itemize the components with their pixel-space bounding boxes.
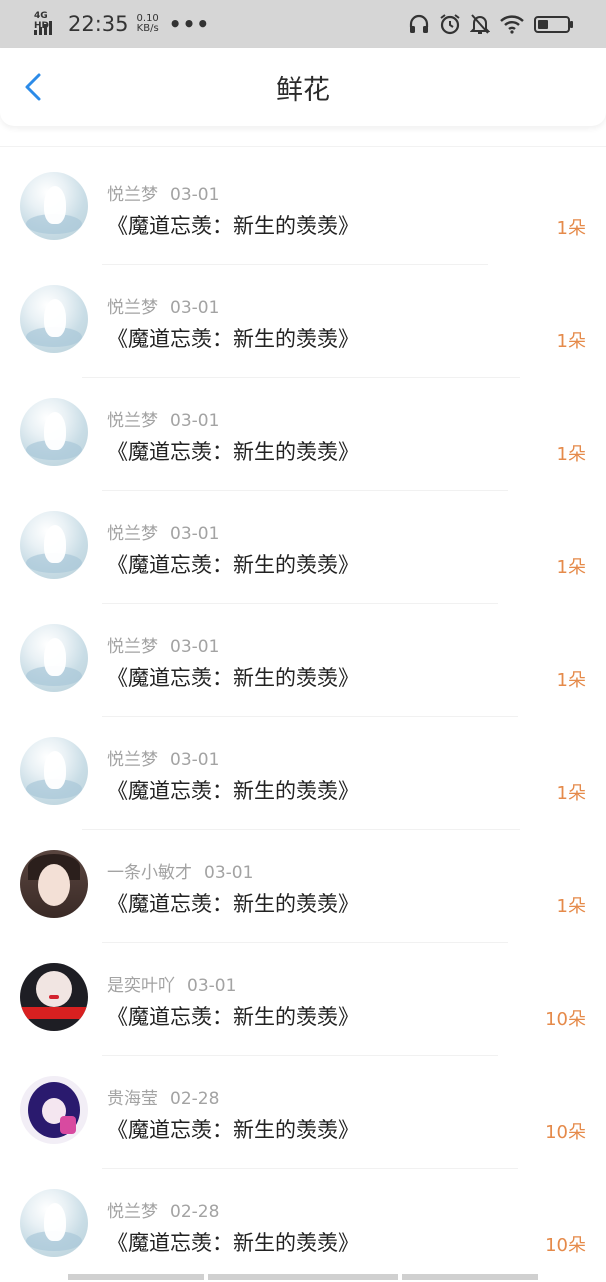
flower-count: 1朵	[556, 331, 586, 352]
signal-icon	[34, 21, 52, 35]
flower-count: 1朵	[556, 896, 586, 917]
flower-count: 1朵	[556, 444, 586, 465]
mute-icon	[470, 14, 490, 34]
status-bar-right	[408, 10, 573, 38]
flower-count: 1朵	[556, 670, 586, 691]
flower-count: 10朵	[545, 1122, 586, 1143]
book-title: 《魔道忘羡：新生的羡羡》	[107, 1005, 359, 1029]
item-date: 03-01	[170, 524, 220, 544]
item-date: 03-01	[170, 411, 220, 431]
list-item[interactable]: 贵海莹 02-28 《魔道忘羡：新生的羡羡》 10朵	[0, 1056, 606, 1169]
bottom-scroll-indicator	[0, 1274, 606, 1280]
avatar[interactable]	[20, 850, 88, 918]
avatar[interactable]	[20, 172, 88, 240]
avatar[interactable]	[20, 398, 88, 466]
avatar[interactable]	[20, 285, 88, 353]
network-indicator: 4G HD	[34, 11, 62, 37]
page-title: 鲜花	[276, 74, 330, 106]
alarm-icon	[440, 14, 460, 35]
battery-icon	[534, 15, 573, 33]
item-date: 02-28	[170, 1202, 220, 1222]
user-name: 一条小敏才	[107, 863, 192, 883]
list-item[interactable]: 悦兰梦 03-01 《魔道忘羡：新生的羡羡》 1朵	[0, 604, 606, 717]
flower-count: 10朵	[545, 1235, 586, 1256]
user-name: 悦兰梦	[107, 1202, 158, 1222]
user-name: 悦兰梦	[107, 750, 158, 770]
flower-count: 1朵	[556, 783, 586, 804]
flower-count: 1朵	[556, 218, 586, 239]
item-date: 03-01	[170, 750, 220, 770]
status-bar: 4G HD 22:35 0.10 KB/s •••	[0, 0, 606, 48]
avatar[interactable]	[20, 624, 88, 692]
headphones-icon	[409, 14, 429, 33]
book-title: 《魔道忘羡：新生的羡羡》	[107, 1231, 359, 1255]
user-name: 是奕叶吖	[107, 976, 175, 996]
more-notifications-icon: •••	[168, 12, 211, 36]
user-name: 贵海莹	[107, 1089, 158, 1109]
user-name: 悦兰梦	[107, 524, 158, 544]
book-title: 《魔道忘羡：新生的羡羡》	[107, 666, 359, 690]
status-bar-left: 4G HD 22:35 0.10 KB/s •••	[34, 8, 210, 40]
item-date: 03-01	[204, 863, 254, 883]
list-item[interactable]: 悦兰梦 03-01 《魔道忘羡：新生的羡羡》 1朵	[0, 152, 606, 265]
user-name: 悦兰梦	[107, 411, 158, 431]
user-name: 悦兰梦	[107, 637, 158, 657]
item-date: 03-01	[187, 976, 237, 996]
list-item[interactable]: 一条小敏才 03-01 《魔道忘羡：新生的羡羡》 1朵	[0, 830, 606, 943]
avatar[interactable]	[20, 1076, 88, 1144]
navigation-bar: 鲜花	[0, 48, 606, 126]
book-title: 《魔道忘羡：新生的羡羡》	[107, 1118, 359, 1142]
list-item[interactable]: 悦兰梦 03-01 《魔道忘羡：新生的羡羡》 1朵	[0, 265, 606, 378]
avatar[interactable]	[20, 963, 88, 1031]
book-title: 《魔道忘羡：新生的羡羡》	[107, 892, 359, 916]
avatar[interactable]	[20, 1189, 88, 1257]
list-item[interactable]: 是奕叶吖 03-01 《魔道忘羡：新生的羡羡》 10朵	[0, 943, 606, 1056]
avatar[interactable]	[20, 511, 88, 579]
list-divider	[0, 146, 606, 147]
user-name: 悦兰梦	[107, 298, 158, 318]
flower-count: 1朵	[556, 557, 586, 578]
item-date: 03-01	[170, 298, 220, 318]
book-title: 《魔道忘羡：新生的羡羡》	[107, 327, 359, 351]
list-item[interactable]: 悦兰梦 03-01 《魔道忘羡：新生的羡羡》 1朵	[0, 378, 606, 491]
list-item[interactable]: 悦兰梦 03-01 《魔道忘羡：新生的羡羡》 1朵	[0, 491, 606, 604]
wifi-icon	[500, 15, 524, 34]
item-date: 03-01	[170, 185, 220, 205]
network-speed: 0.10 KB/s	[137, 14, 159, 34]
book-title: 《魔道忘羡：新生的羡羡》	[107, 214, 359, 238]
speed-unit: KB/s	[136, 23, 159, 34]
book-title: 《魔道忘羡：新生的羡羡》	[107, 553, 359, 577]
avatar[interactable]	[20, 737, 88, 805]
book-title: 《魔道忘羡：新生的羡羡》	[107, 779, 359, 803]
list-item[interactable]: 悦兰梦 02-28 《魔道忘羡：新生的羡羡》 10朵	[0, 1169, 606, 1282]
item-date: 03-01	[170, 637, 220, 657]
user-name: 悦兰梦	[107, 185, 158, 205]
clock: 22:35	[68, 12, 129, 36]
flower-count: 10朵	[545, 1009, 586, 1030]
item-date: 02-28	[170, 1089, 220, 1109]
book-title: 《魔道忘羡：新生的羡羡》	[107, 440, 359, 464]
list-item[interactable]: 悦兰梦 03-01 《魔道忘羡：新生的羡羡》 1朵	[0, 717, 606, 830]
